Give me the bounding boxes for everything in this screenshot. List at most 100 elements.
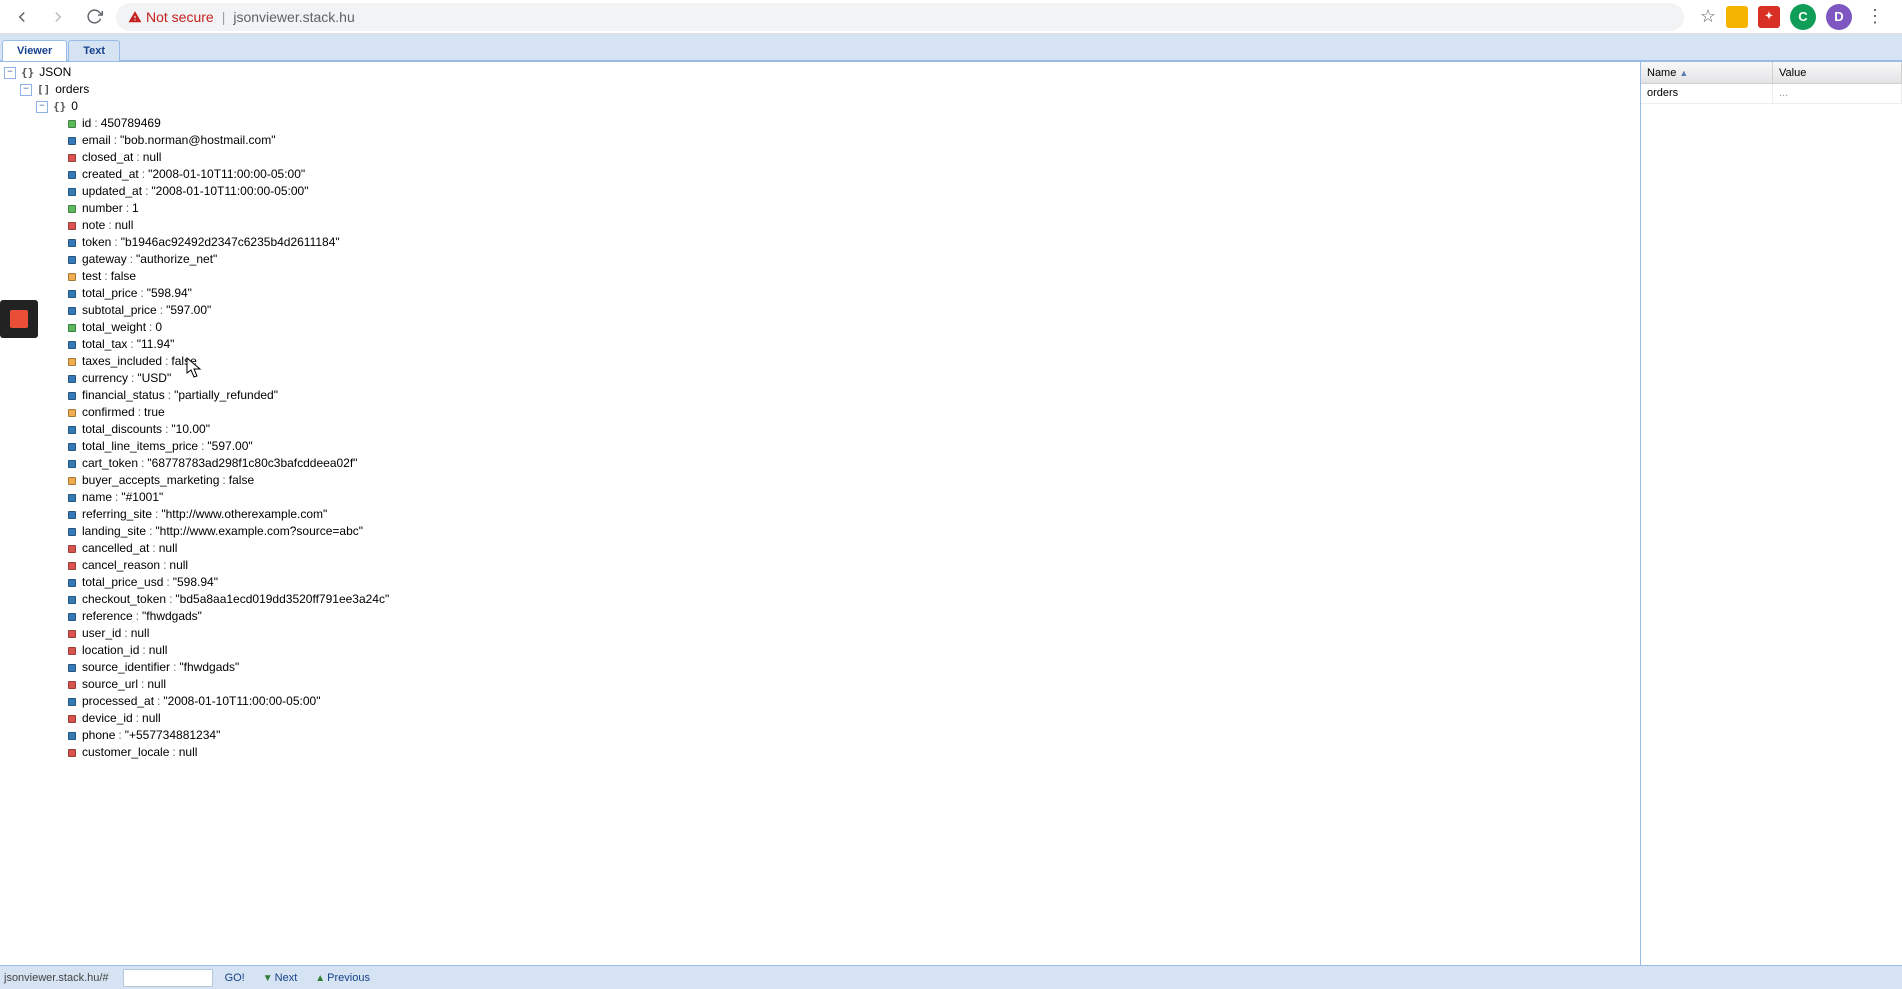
property-key: phone <box>82 727 115 744</box>
property-value: "+557734881234" <box>125 727 221 744</box>
property-key: cancelled_at <box>82 540 149 557</box>
record-icon <box>10 310 28 328</box>
property-row[interactable]: reference:"fhwdgads" <box>0 608 1640 625</box>
property-row[interactable]: updated_at:"2008-01-10T11:00:00-05:00" <box>0 183 1640 200</box>
property-key: subtotal_price <box>82 302 157 319</box>
property-row[interactable]: taxes_included:false <box>0 353 1640 370</box>
bookmark-star-icon[interactable]: ☆ <box>1700 6 1716 27</box>
property-key: taxes_included <box>82 353 162 370</box>
property-row[interactable]: buyer_accepts_marketing:false <box>0 472 1640 489</box>
property-row[interactable]: financial_status:"partially_refunded" <box>0 387 1640 404</box>
property-row[interactable]: device_id:null <box>0 710 1640 727</box>
browser-menu-button[interactable]: ⋮ <box>1862 6 1888 27</box>
orders-label[interactable]: orders <box>55 81 89 98</box>
tab-viewer[interactable]: Viewer <box>2 40 67 61</box>
type-bullet-icon <box>68 528 76 536</box>
property-value: "USD" <box>137 370 171 387</box>
property-row[interactable]: token:"b1946ac92492d2347c6235b4d2611184" <box>0 234 1640 251</box>
property-row[interactable]: cancelled_at:null <box>0 540 1640 557</box>
reload-button[interactable] <box>80 3 108 31</box>
collapse-icon[interactable]: − <box>36 101 48 113</box>
property-row[interactable]: email:"bob.norman@hostmail.com" <box>0 132 1640 149</box>
arrow-up-icon: ▲ <box>315 973 325 984</box>
property-row[interactable]: total_weight:0 <box>0 319 1640 336</box>
root-label[interactable]: JSON <box>39 64 71 81</box>
property-row[interactable]: referring_site:"http://www.otherexample.… <box>0 506 1640 523</box>
property-row[interactable]: created_at:"2008-01-10T11:00:00-05:00" <box>0 166 1640 183</box>
property-row[interactable]: total_line_items_price:"597.00" <box>0 438 1640 455</box>
property-row[interactable]: total_price_usd:"598.94" <box>0 574 1640 591</box>
property-row[interactable]: source_url:null <box>0 676 1640 693</box>
property-row[interactable]: cancel_reason:null <box>0 557 1640 574</box>
property-row[interactable]: location_id:null <box>0 642 1640 659</box>
property-key: number <box>82 200 123 217</box>
property-value: 450789469 <box>101 115 161 132</box>
property-row[interactable]: customer_locale:null <box>0 744 1640 761</box>
profile-avatar-2[interactable]: C <box>1790 4 1816 30</box>
previous-button[interactable]: ▲Previous <box>309 970 376 986</box>
browser-toolbar: Not secure | jsonviewer.stack.hu ☆ ✦ C D… <box>0 0 1902 34</box>
index-label[interactable]: 0 <box>71 98 78 115</box>
next-button[interactable]: ▼Next <box>257 970 304 986</box>
property-key: closed_at <box>82 149 133 166</box>
property-key: financial_status <box>82 387 165 404</box>
go-button[interactable]: GO! <box>219 970 251 986</box>
property-row[interactable]: currency:"USD" <box>0 370 1640 387</box>
property-value: false <box>111 268 136 285</box>
recording-indicator[interactable] <box>0 300 38 338</box>
json-tree-panel[interactable]: − {} JSON − [] orders − {} 0 id:45078946… <box>0 62 1640 965</box>
property-row[interactable]: cart_token:"68778783ad298f1c80c3bafcddee… <box>0 455 1640 472</box>
property-row[interactable]: total_discounts:"10.00" <box>0 421 1640 438</box>
property-value: "http://www.example.com?source=abc" <box>155 523 363 540</box>
property-value: null <box>149 642 168 659</box>
property-value: null <box>142 710 161 727</box>
property-row[interactable]: id:450789469 <box>0 115 1640 132</box>
property-row[interactable]: phone:"+557734881234" <box>0 727 1640 744</box>
type-bullet-icon <box>68 477 76 485</box>
type-bullet-icon <box>68 324 76 332</box>
type-bullet-icon <box>68 664 76 672</box>
property-row[interactable]: subtotal_price:"597.00" <box>0 302 1640 319</box>
type-bullet-icon <box>68 256 76 264</box>
property-key: total_price <box>82 285 137 302</box>
property-value: "2008-01-10T11:00:00-05:00" <box>148 166 305 183</box>
address-bar[interactable]: Not secure | jsonviewer.stack.hu <box>116 3 1684 31</box>
property-row[interactable]: closed_at:null <box>0 149 1640 166</box>
extension-icon-2[interactable]: ✦ <box>1758 6 1780 28</box>
property-row[interactable]: name:"#1001" <box>0 489 1640 506</box>
property-row[interactable]: confirmed:true <box>0 404 1640 421</box>
property-row[interactable]: test:false <box>0 268 1640 285</box>
property-row[interactable]: note:null <box>0 217 1640 234</box>
type-bullet-icon <box>68 511 76 519</box>
property-row[interactable]: gateway:"authorize_net" <box>0 251 1640 268</box>
property-row[interactable]: landing_site:"http://www.example.com?sou… <box>0 523 1640 540</box>
property-key: user_id <box>82 625 121 642</box>
property-value: "598.94" <box>173 574 218 591</box>
property-key: customer_locale <box>82 744 169 761</box>
column-value[interactable]: Value <box>1773 62 1902 83</box>
property-row[interactable]: source_identifier:"fhwdgads" <box>0 659 1640 676</box>
property-row[interactable]: total_tax:"11.94" <box>0 336 1640 353</box>
grid-cell-name: orders <box>1641 84 1773 103</box>
property-row[interactable]: processed_at:"2008-01-10T11:00:00-05:00" <box>0 693 1640 710</box>
collapse-icon[interactable]: − <box>4 67 16 79</box>
search-input[interactable] <box>123 969 213 987</box>
grid-row[interactable]: orders... <box>1641 84 1902 104</box>
property-key: source_url <box>82 676 138 693</box>
status-url: jsonviewer.stack.hu/# <box>4 972 109 984</box>
tab-text[interactable]: Text <box>68 40 120 61</box>
collapse-icon[interactable]: − <box>20 84 32 96</box>
property-row[interactable]: user_id:null <box>0 625 1640 642</box>
extension-icon-1[interactable] <box>1726 6 1748 28</box>
column-name[interactable]: Name▲ <box>1641 62 1773 83</box>
forward-button[interactable] <box>44 3 72 31</box>
back-button[interactable] <box>8 3 36 31</box>
property-row[interactable]: total_price:"598.94" <box>0 285 1640 302</box>
property-row[interactable]: checkout_token:"bd5a8aa1ecd019dd3520ff79… <box>0 591 1640 608</box>
property-value: true <box>144 404 165 421</box>
profile-avatar[interactable]: D <box>1826 4 1852 30</box>
property-value: "2008-01-10T11:00:00-05:00" <box>163 693 320 710</box>
property-value: "http://www.otherexample.com" <box>161 506 327 523</box>
property-row[interactable]: number:1 <box>0 200 1640 217</box>
type-bullet-icon <box>68 579 76 587</box>
